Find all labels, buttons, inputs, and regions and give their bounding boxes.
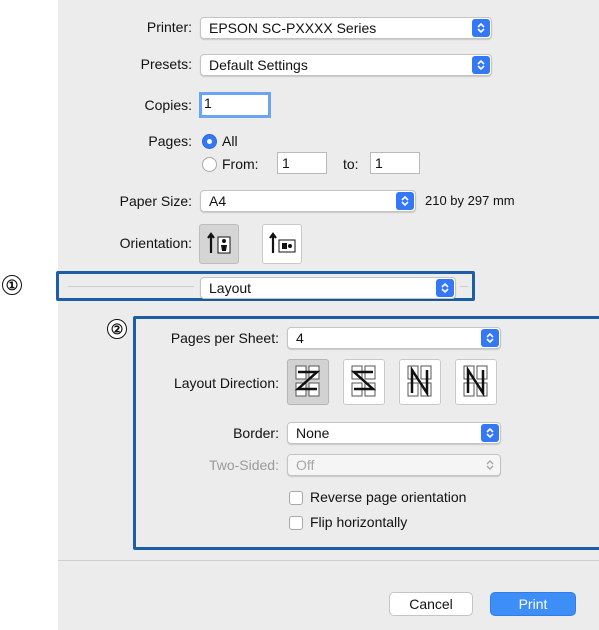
flip-horizontally-checkbox[interactable] <box>289 516 303 530</box>
portrait-icon <box>207 232 231 254</box>
paper-size-label: Paper Size: <box>119 193 192 209</box>
chevron-updown-icon <box>396 192 414 210</box>
pages-from-label: From: <box>222 156 259 172</box>
reverse-n-order-icon <box>407 365 432 398</box>
presets-value: Default Settings <box>209 57 308 73</box>
flip-horizontally-label: Flip horizontally <box>310 514 408 530</box>
copies-field[interactable]: 1 <box>199 92 271 118</box>
orientation-landscape-button[interactable] <box>262 224 302 264</box>
n-order-icon <box>463 365 488 398</box>
callout-number-2: ② <box>107 319 127 339</box>
pages-from-radio[interactable] <box>202 157 217 172</box>
copies-label: Copies: <box>144 97 192 113</box>
paper-dimensions: 210 by 297 mm <box>425 193 515 208</box>
layout-direction-label: Layout Direction: <box>173 375 279 391</box>
callout-number-1: ① <box>2 275 22 295</box>
pages-from-field[interactable]: 1 <box>277 152 327 174</box>
landscape-icon <box>269 232 296 253</box>
pages-to-label: to: <box>343 156 359 172</box>
divider <box>460 286 468 287</box>
pages-per-sheet-popup[interactable]: 4 <box>287 327 501 349</box>
cancel-button[interactable]: Cancel <box>389 592 473 616</box>
orientation-portrait-button[interactable] <box>199 224 239 264</box>
border-value: None <box>296 425 330 441</box>
reverse-orientation-label: Reverse page orientation <box>310 489 467 505</box>
reverse-z-order-icon <box>350 365 377 397</box>
pages-per-sheet-value: 4 <box>296 330 304 346</box>
divider <box>68 286 194 287</box>
layout-direction-z-button[interactable] <box>287 359 329 405</box>
two-sided-label: Two-Sided: <box>208 457 279 473</box>
pages-all-radio[interactable] <box>202 134 217 149</box>
reverse-orientation-checkbox[interactable] <box>289 491 303 505</box>
chevron-updown-icon <box>481 329 499 347</box>
printer-popup[interactable]: EPSON SC-PXXXX Series <box>200 17 492 39</box>
section-menu-popup[interactable]: Layout <box>200 277 456 299</box>
pages-label: Pages: <box>148 133 192 149</box>
printer-value: EPSON SC-PXXXX Series <box>209 20 377 36</box>
pages-all-label: All <box>222 133 238 149</box>
border-popup[interactable]: None <box>287 422 501 444</box>
printer-label: Printer: <box>146 19 192 35</box>
two-sided-value: Off <box>296 457 315 473</box>
two-sided-popup: Off <box>287 454 501 476</box>
layout-direction-reverse-z-button[interactable] <box>343 359 385 405</box>
chevron-updown-icon <box>472 19 490 37</box>
section-menu-value: Layout <box>209 280 252 296</box>
border-label: Border: <box>233 425 279 441</box>
print-button[interactable]: Print <box>490 592 576 616</box>
chevron-updown-icon <box>481 424 499 442</box>
presets-label: Presets: <box>140 56 192 72</box>
divider <box>58 560 599 561</box>
presets-popup[interactable]: Default Settings <box>200 54 492 76</box>
chevron-updown-icon <box>481 456 499 474</box>
layout-direction-reverse-n-button[interactable] <box>399 359 441 405</box>
paper-size-value: A4 <box>209 193 227 209</box>
layout-direction-n-button[interactable] <box>455 359 497 405</box>
chevron-updown-icon <box>472 56 490 74</box>
orientation-label: Orientation: <box>119 235 192 251</box>
chevron-updown-icon <box>436 279 454 297</box>
z-order-icon <box>294 365 321 397</box>
paper-size-popup[interactable]: A4 <box>200 190 416 212</box>
pages-to-field[interactable]: 1 <box>370 152 420 174</box>
pages-per-sheet-label: Pages per Sheet: <box>170 330 279 346</box>
